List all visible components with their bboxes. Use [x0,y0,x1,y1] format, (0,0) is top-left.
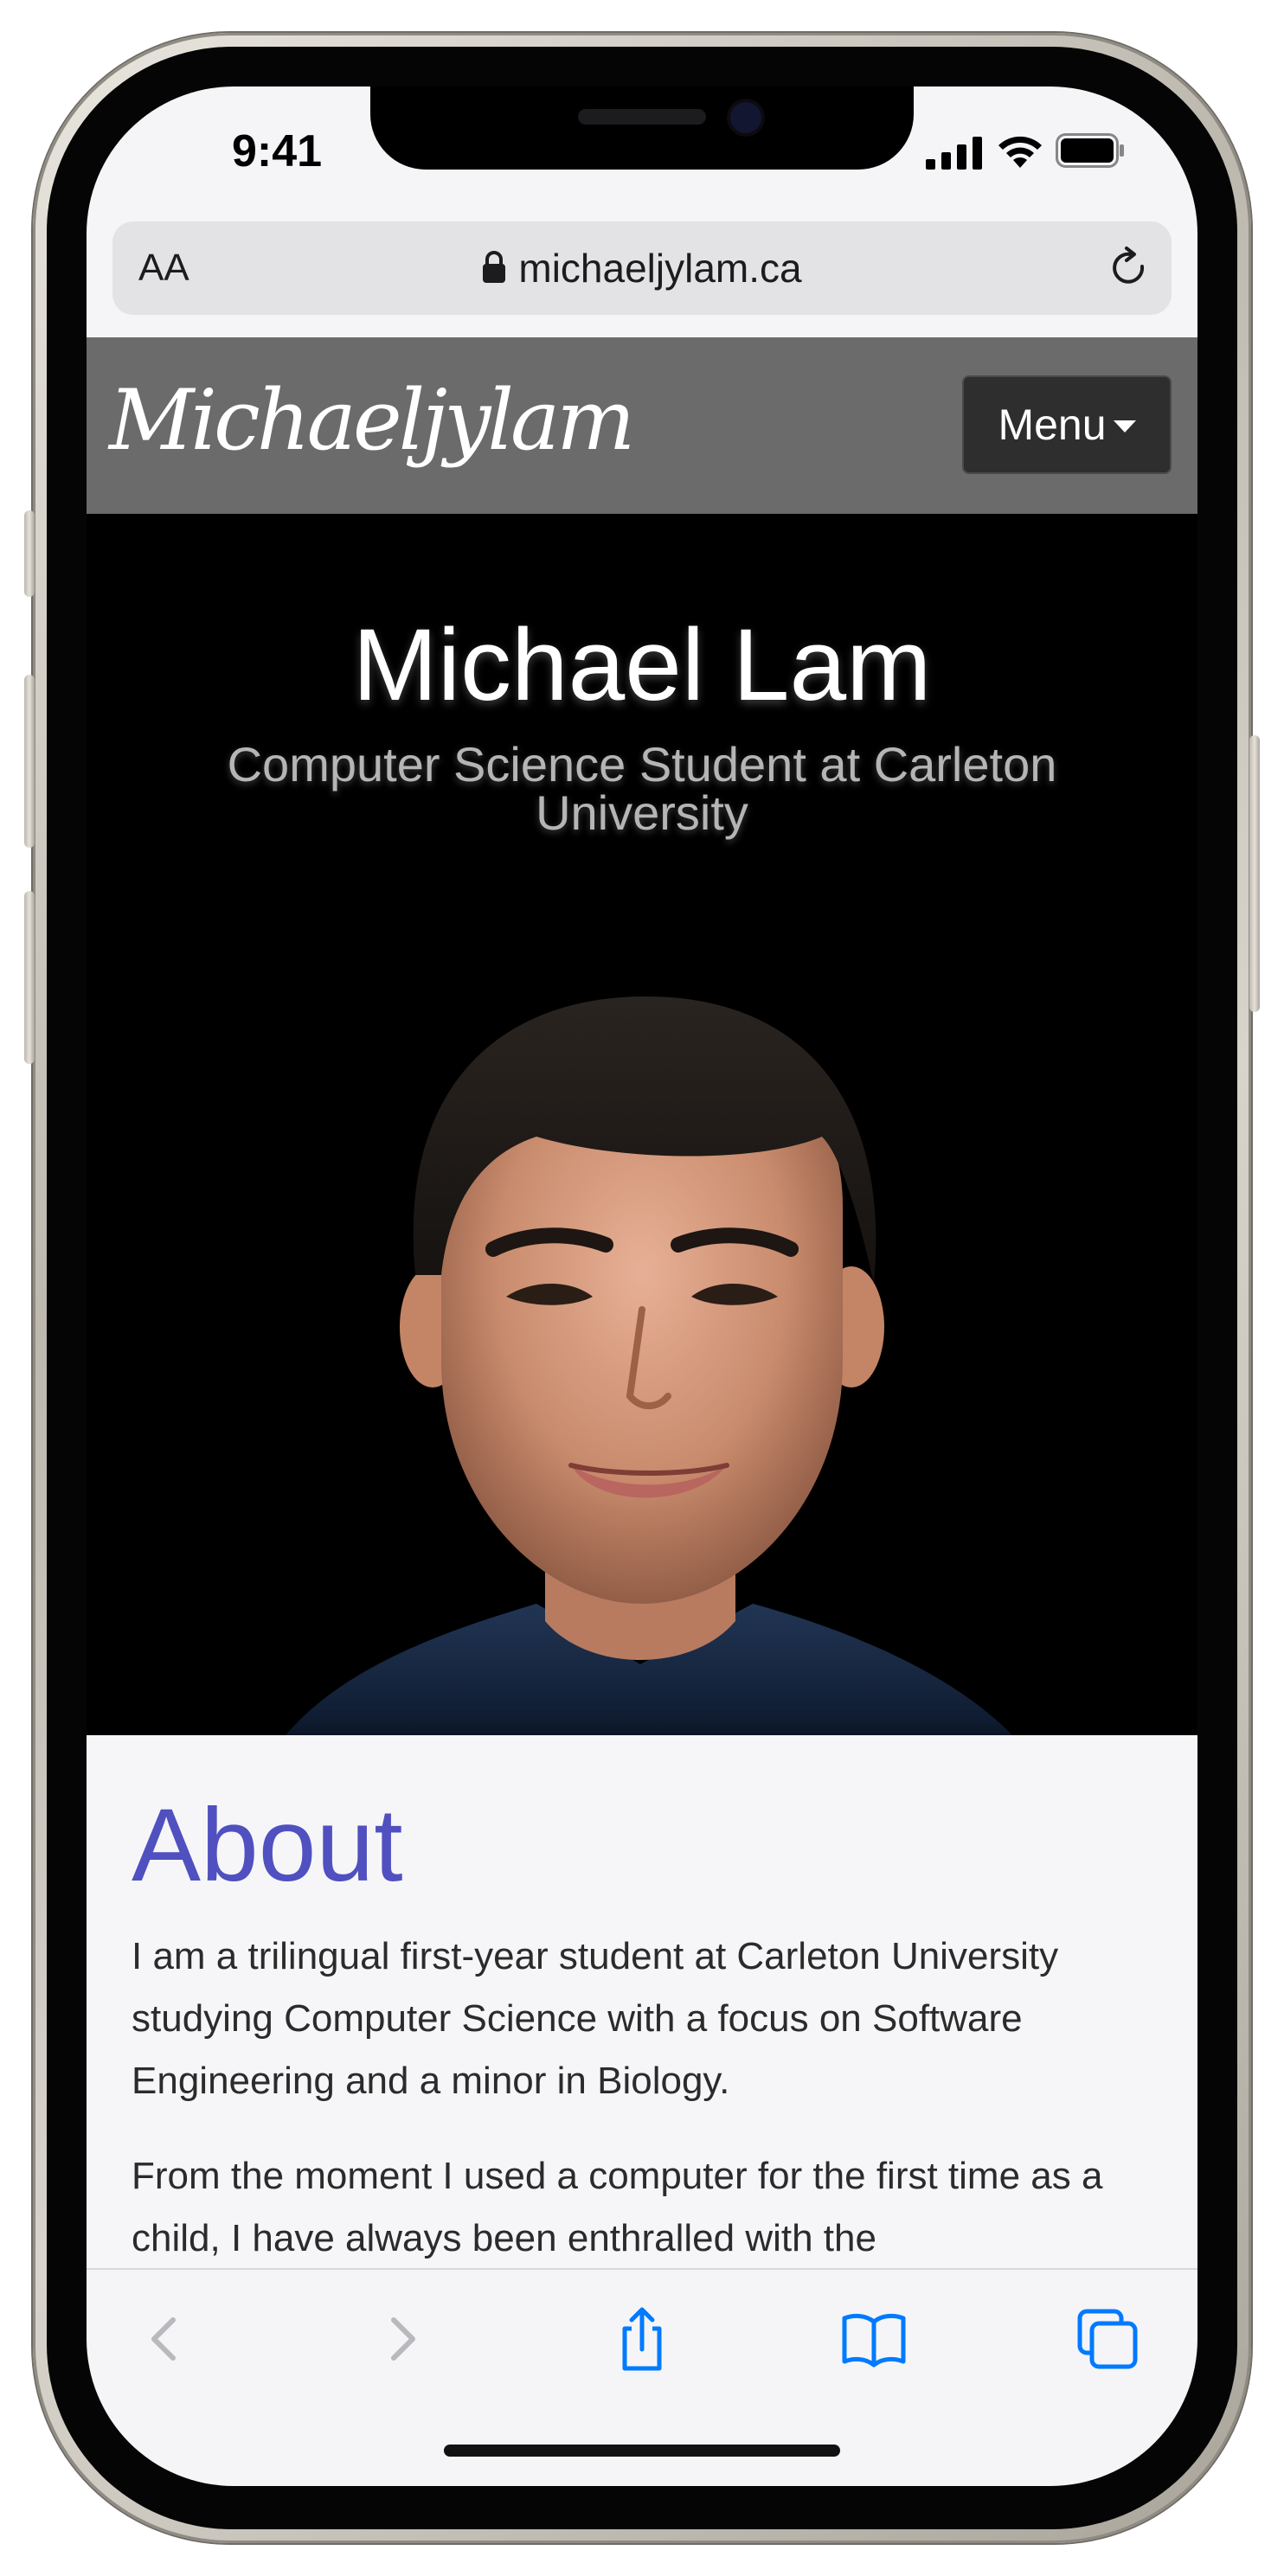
hero-subtitle: Computer Science Student at Carleton Uni… [227,737,1057,840]
cellular-signal-icon [926,137,982,170]
hero-name: Michael Lam [352,608,932,722]
url-text: michaeljylam.ca [518,246,802,291]
lock-icon [483,251,506,283]
screen: 9:41 AA michaeljylam.ca Michaeljylam Men… [87,87,1197,2486]
silent-switch [24,510,35,597]
browser-address-area: AA michaeljylam.ca [87,215,1197,337]
menu-button[interactable]: Menu [962,375,1172,474]
forward-icon[interactable] [368,2304,437,2374]
portrait-photo [286,996,1012,1735]
site-logo[interactable]: Michaeljylam [109,368,635,472]
front-camera [730,102,761,133]
notch [370,87,914,170]
about-paragraph: I am a trilingual first-year student at … [132,1935,1059,2102]
home-indicator[interactable] [444,2445,840,2457]
back-icon[interactable] [130,2304,199,2374]
caret-down-icon [1113,420,1136,433]
hero-section: Michael Lam Computer Science Student at … [87,514,1197,1735]
power-button [1249,735,1260,1012]
url-display[interactable]: michaeljylam.ca [112,244,1172,292]
tabs-icon[interactable] [1073,2304,1142,2374]
address-bar[interactable]: AA michaeljylam.ca [112,221,1172,315]
menu-button-label: Menu [998,400,1107,449]
bookmarks-icon[interactable] [839,2304,908,2374]
volume-down-button [24,891,35,1064]
about-section: About I am a trilingual first-year stude… [87,1735,1197,2277]
battery-icon [1056,133,1124,168]
share-icon[interactable] [607,2304,677,2374]
status-bar: 9:41 [87,87,1197,215]
about-paragraph: From the moment I used a computer for th… [132,2155,1103,2259]
volume-up-button [24,675,35,848]
reload-icon[interactable] [1107,246,1151,291]
wifi-icon [998,136,1042,168]
speaker [578,109,706,125]
browser-toolbar [87,2268,1197,2486]
status-time: 9:41 [231,126,323,176]
about-heading: About [132,1787,403,1903]
site-navbar: Michaeljylam Menu [87,337,1197,514]
